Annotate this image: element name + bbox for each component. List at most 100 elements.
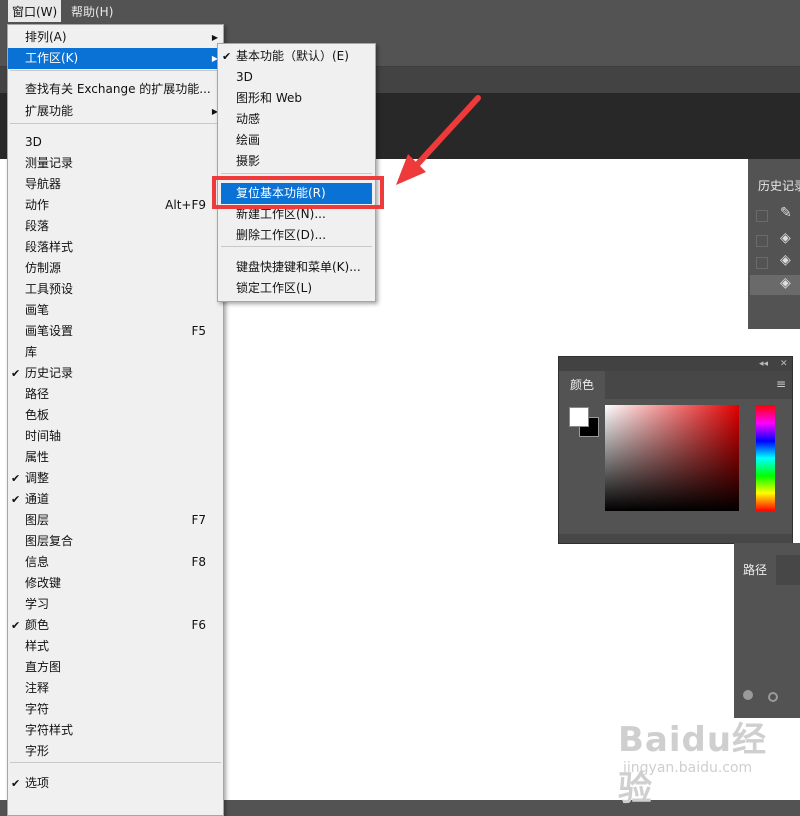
window-menu-item[interactable]: 画笔 [8,300,223,321]
history-item[interactable]: ✎ [750,205,800,225]
history-checkbox[interactable] [756,235,768,247]
menu-item-label: 删除工作区(D)... [236,228,327,242]
window-menu-item[interactable]: 信息 F8 [8,552,223,573]
checkmark-icon: ✔ [11,367,21,380]
workspace-menu-item[interactable]: 图形和 Web [218,88,375,109]
window-menu-item[interactable]: 字符样式 [8,720,223,741]
window-menu-item[interactable]: 查找有关 Exchange 的扩展功能... [8,79,223,100]
window-menu-item[interactable]: 图层复合 [8,531,223,552]
menu-item-label: 仿制源 [25,261,62,275]
color-panel-titlebar[interactable]: ◂◂ ✕ [559,357,792,371]
window-menu-item[interactable]: 段落样式 [8,237,223,258]
workspace-menu-item[interactable]: 锁定工作区(L) [218,278,375,299]
history-checkbox[interactable] [756,210,768,222]
menu-item-label: 导航器 [25,177,62,191]
window-menu-item[interactable]: 工作区(K) ▶ [8,48,223,69]
menu-item-label: 字符样式 [25,723,74,737]
window-menu-item[interactable]: 仿制源 [8,258,223,279]
foreground-color-swatch[interactable] [569,407,589,427]
workspace-menu-item[interactable]: ✔ 基本功能（默认）(E) [218,46,375,67]
workspace-menu-item[interactable]: 删除工作区(D)... [218,225,375,246]
window-menu-item[interactable]: 库 [8,342,223,363]
checkmark-icon: ✔ [11,777,21,790]
collapse-icon[interactable]: ◂◂ [759,357,768,371]
color-field[interactable] [605,405,739,511]
window-menu-item[interactable]: 画笔设置 F5 [8,321,223,342]
menu-item-shortcut: F8 [191,555,206,569]
menu-item-label: 路径 [25,387,50,401]
menu-item-label: 通道 [25,492,50,506]
tab-color[interactable]: 颜色 [559,371,606,399]
paths-panel: 路径 [734,543,800,718]
window-menu-item[interactable]: ✔ 调整 [8,468,223,489]
menu-item-label: 画笔设置 [25,324,74,338]
stroke-path-icon[interactable] [768,692,778,702]
menu-item-shortcut: F5 [191,324,206,338]
workspace-menu-item[interactable]: 键盘快捷键和菜单(K)... [218,257,375,278]
window-menu-item[interactable]: ✔ 历史记录 [8,363,223,384]
history-checkbox[interactable] [756,280,768,292]
menu-item-label: 测量记录 [25,156,74,170]
window-menu-item[interactable]: 排列(A) ▶ [8,27,223,48]
window-menu-item[interactable]: ✔ 选项 [8,773,223,794]
menu-item-label: 库 [25,345,38,359]
brush-icon: ✎ [780,205,792,221]
window-menu-item[interactable]: 属性 [8,447,223,468]
fill-path-icon[interactable] [743,690,753,700]
window-menu-item[interactable]: 字符 [8,699,223,720]
workspace-menu-item[interactable]: 动感 [218,109,375,130]
window-menu-item[interactable]: 3D [8,132,223,153]
menu-item-label: 选项 [25,776,50,790]
window-menu-item[interactable]: 直方图 [8,657,223,678]
window-menu-item[interactable]: 学习 [8,594,223,615]
history-item-selected[interactable]: ◈ [750,275,800,295]
history-panel: 历史记录 ✎ ◈ ◈ ◈ [748,159,800,329]
panel-menu-icon[interactable]: ≡ [776,377,786,391]
menu-item-label: 扩展功能 [25,104,74,118]
checkmark-icon: ✔ [11,619,21,632]
workspace-menu-item[interactable]: 3D [218,67,375,88]
menu-item-label: 动作 [25,198,50,212]
workspace-menu-item[interactable]: 绘画 [218,130,375,151]
close-icon[interactable]: ✕ [780,357,788,371]
menu-item-label: 颜色 [25,618,50,632]
menu-item-label: 图层 [25,513,50,527]
menu-window[interactable]: 窗口(W) [8,0,62,22]
workspace-menu-item[interactable]: 摄影 [218,151,375,172]
window-menu-item[interactable]: 测量记录 [8,153,223,174]
hue-slider[interactable] [756,405,775,511]
menu-item-label: 样式 [25,639,50,653]
window-menu-item[interactable]: 工具预设 [8,279,223,300]
menu-item-label: 属性 [25,450,50,464]
window-menu-item[interactable]: 图层 F7 [8,510,223,531]
color-panel-tabbar [605,371,792,399]
menu-item-shortcut: F6 [191,618,206,632]
window-menu-item[interactable]: 路径 [8,384,223,405]
window-menu-item[interactable]: 扩展功能 ▶ [8,101,223,122]
window-menu-item[interactable]: ✔ 通道 [8,489,223,510]
window-menu-item[interactable]: 样式 [8,636,223,657]
menu-help[interactable]: 帮助(H) [67,0,117,22]
menu-item-label: 查找有关 Exchange 的扩展功能... [25,82,211,96]
tab-paths[interactable]: 路径 [734,555,777,585]
color-panel: ◂◂ ✕ 颜色 ≡ [558,356,793,544]
history-checkbox[interactable] [756,257,768,269]
callout-arrow-icon [396,95,481,185]
window-menu-item[interactable]: 修改键 [8,573,223,594]
menu-separator [10,123,221,124]
history-item[interactable]: ◈ [750,230,800,250]
menu-item-label: 调整 [25,471,50,485]
window-menu-item[interactable]: 字形 [8,741,223,762]
window-menu-item[interactable]: 注释 [8,678,223,699]
window-menu-item[interactable]: 段落 [8,216,223,237]
window-menu-item[interactable]: 导航器 [8,174,223,195]
window-menu-item[interactable]: 时间轴 [8,426,223,447]
window-menu-item[interactable]: 动作 Alt+F9 [8,195,223,216]
window-menu-item[interactable]: ✔ 颜色 F6 [8,615,223,636]
history-item[interactable]: ◈ [750,252,800,272]
menu-item-shortcut: F7 [191,513,206,527]
window-menu-item[interactable]: 色板 [8,405,223,426]
history-panel-title[interactable]: 历史记录 [758,177,800,194]
menu-item-label: 锁定工作区(L) [236,281,313,295]
workspace-submenu: ✔ 基本功能（默认）(E) 3D 图形和 Web 动感 绘画 摄影 复位基本功能(R) 新建工作… [217,43,376,302]
